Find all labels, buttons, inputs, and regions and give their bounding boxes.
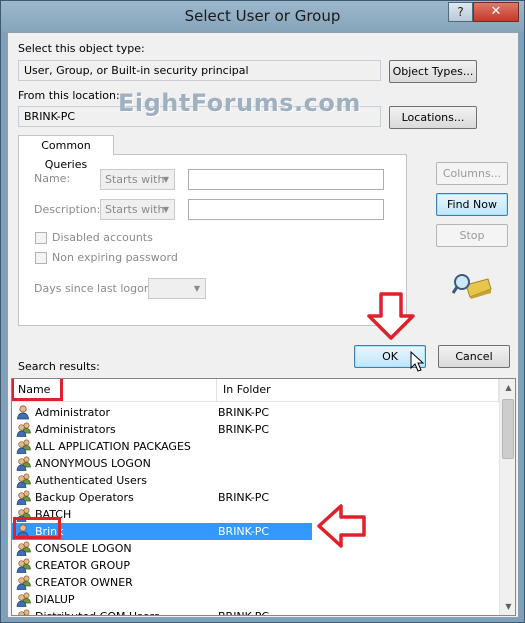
name-query-input[interactable] [188,169,384,190]
name-filter-value: Starts with [105,173,165,186]
search-icon [452,274,492,299]
days-since-logon-combo[interactable]: ▼ [148,278,206,299]
table-row[interactable]: Administrators BRINK-PC [12,421,312,438]
help-button[interactable]: ? [448,2,473,22]
group-icon [16,541,32,556]
group-icon [16,558,32,573]
object-type-field: User, Group, or Built-in security princi… [18,60,381,81]
table-row[interactable]: CONSOLE LOGON [12,540,312,557]
row-folder: BRINK-PC [218,406,270,419]
row-name: Administrator [35,406,110,419]
locations-button[interactable]: Locations... [389,106,477,129]
find-now-button[interactable]: Find Now [436,193,508,216]
scroll-thumb[interactable] [502,399,514,459]
group-icon [16,439,32,454]
group-icon [16,592,32,607]
disabled-accounts-label: Disabled accounts [52,231,153,244]
search-results-list[interactable]: Name In Folder Administrator BRINK-PC Admi… [11,378,516,616]
name-filter-combo[interactable]: Starts with ▼ [100,169,175,190]
row-name: CREATOR GROUP [35,559,130,572]
row-name: Backup Operators [35,491,134,504]
vertical-scrollbar[interactable]: ▲ ▼ [499,379,515,615]
row-name: CREATOR OWNER [35,576,133,589]
brink-row-highlight [13,517,61,539]
row-name: CONSOLE LOGON [35,542,132,555]
columns-button[interactable]: Columns... [436,162,508,185]
group-icon [16,609,32,615]
down-arrow-annotation-icon [367,292,415,340]
table-row[interactable]: Distributed COM Users BRINK-PC [12,608,312,615]
scroll-down-icon[interactable]: ▼ [500,598,515,615]
chevron-down-icon: ▼ [193,284,201,293]
table-row[interactable]: ANONYMOUS LOGON [12,455,312,472]
cancel-button[interactable]: Cancel [438,345,510,368]
table-row[interactable]: CREATOR OWNER [12,574,312,591]
description-filter-combo[interactable]: Starts with ▼ [100,199,175,220]
chevron-down-icon: ▼ [162,205,170,214]
name-header-highlight [12,379,63,401]
object-type-label: Select this object type: [18,42,145,55]
non-expiring-password-checkbox[interactable] [35,252,47,264]
row-folder: BRINK-PC [218,423,270,436]
table-row[interactable]: Backup Operators BRINK-PC [12,489,312,506]
group-icon [16,422,32,437]
close-button[interactable]: ✕ [473,2,519,22]
common-queries-panel: Name: Starts with ▼ Description: Starts … [18,154,407,326]
watermark-logo: EightForums.com [118,89,361,117]
scroll-up-icon[interactable]: ▲ [500,379,515,396]
table-row[interactable]: DIALUP [12,591,312,608]
row-name: ALL APPLICATION PACKAGES [35,440,191,453]
mouse-cursor-icon [410,351,424,372]
group-icon [16,473,32,488]
dialog-window: Select User or Group ? ✕ Select this obj… [0,0,525,623]
user-icon [16,405,32,420]
location-label: From this location: [18,89,120,102]
object-types-button[interactable]: Object Types... [389,60,477,83]
table-row[interactable]: Authenticated Users [12,472,312,489]
stop-button[interactable]: Stop [436,224,508,247]
title-bar[interactable]: Select User or Group ? ✕ [1,1,524,32]
row-folder: BRINK-PC [218,525,270,538]
description-filter-value: Starts with [105,203,165,216]
header-divider [12,401,499,402]
table-row[interactable]: CREATOR GROUP [12,557,312,574]
row-folder: BRINK-PC [218,491,270,504]
description-query-input[interactable] [188,199,384,220]
disabled-accounts-checkbox[interactable] [35,232,47,244]
row-name: Distributed COM Users [35,608,160,615]
row-name: Administrators [35,423,116,436]
row-name: ANONYMOUS LOGON [35,457,151,470]
table-row[interactable]: Administrator BRINK-PC [12,404,312,421]
column-header-in-folder[interactable]: In Folder [217,379,499,401]
days-since-logon-label: Days since last logon: [34,282,155,295]
left-arrow-annotation-icon [317,504,366,548]
tab-common-queries[interactable]: Common Queries [18,135,114,171]
non-expiring-password-label: Non expiring password [52,251,178,264]
group-icon [16,575,32,590]
dialog-body: Select this object type: User, Group, or… [7,32,519,618]
row-name: Authenticated Users [35,474,148,487]
row-folder: BRINK-PC [218,608,269,615]
row-name: DIALUP [35,593,75,606]
group-icon [16,490,32,505]
group-icon [16,456,32,471]
description-query-label: Description: [34,203,101,216]
window-title: Select User or Group [184,7,341,25]
search-results-label: Search results: [18,360,100,373]
chevron-down-icon: ▼ [162,175,170,184]
table-row[interactable]: ALL APPLICATION PACKAGES [12,438,312,455]
